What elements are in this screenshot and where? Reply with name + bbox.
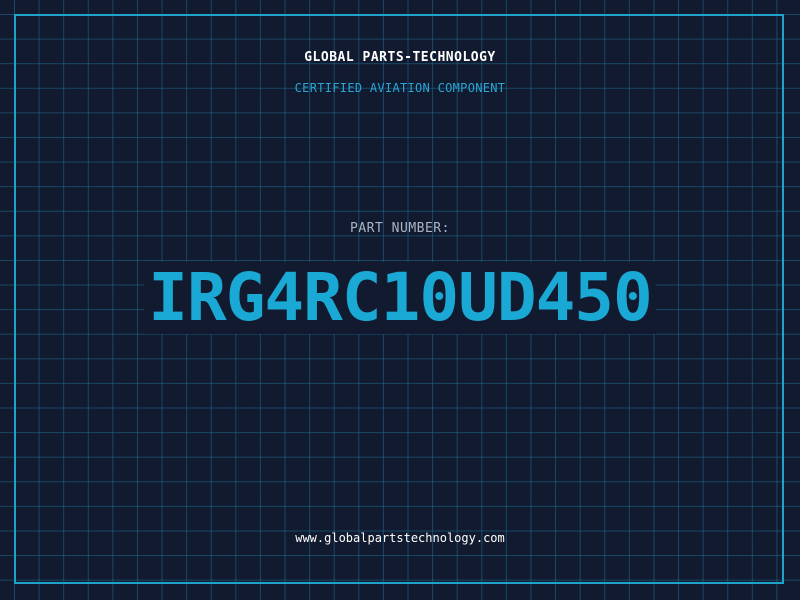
part-number-value: IRG4RC10UD450: [144, 262, 656, 334]
website-url: www.globalpartstechnology.com: [295, 531, 505, 545]
part-number-container: IRG4RC10UD450: [0, 262, 800, 334]
company-name: GLOBAL PARTS-TECHNOLOGY: [304, 50, 496, 65]
certification-subtitle: CERTIFIED AVIATION COMPONENT: [294, 81, 506, 95]
label-canvas: GLOBAL PARTS-TECHNOLOGY CERTIFIED AVIATI…: [0, 0, 800, 600]
part-number-label: PART NUMBER:: [350, 221, 450, 236]
